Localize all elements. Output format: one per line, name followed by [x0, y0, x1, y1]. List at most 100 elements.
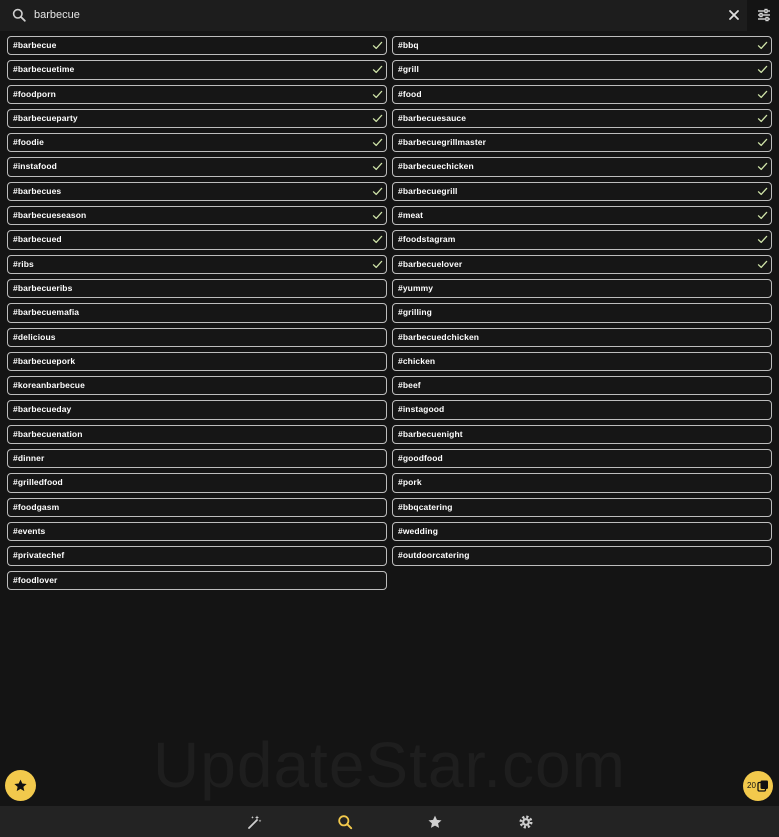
favorites-fab[interactable]: [5, 770, 36, 801]
check-icon: [757, 114, 768, 122]
hashtag-chip[interactable]: #outdoorcatering: [392, 546, 772, 566]
hashtag-chip[interactable]: #barbecueparty: [7, 108, 387, 129]
nav-search-icon[interactable]: [337, 814, 353, 830]
hashtag-chip[interactable]: #foodie: [7, 133, 387, 153]
check-icon: [372, 138, 383, 147]
hashtag-label: #goodfood: [398, 453, 443, 464]
search-input[interactable]: [34, 5, 714, 25]
top-bar: [0, 0, 779, 31]
hashtag-label: #bbq: [398, 40, 419, 50]
hashtag-chip[interactable]: #bbqcatering: [392, 497, 772, 517]
hashtag-chip[interactable]: #ribs: [7, 254, 387, 274]
check-icon: [757, 66, 768, 74]
hashtag-chip[interactable]: #grilling: [392, 303, 772, 323]
filter-settings-icon[interactable]: [756, 7, 772, 23]
hashtag-chip[interactable]: #barbecuegrillmaster: [392, 133, 772, 153]
hashtag-label: #foodlover: [13, 574, 58, 585]
hashtag-label: #barbecueseason: [13, 210, 87, 221]
hashtag-label: #barbecues: [13, 185, 62, 196]
hashtag-chip[interactable]: #barbecues: [7, 181, 387, 202]
hashtag-label: #barbecuegrillmaster: [398, 137, 486, 148]
hashtag-chip[interactable]: #delicious: [7, 327, 387, 347]
hashtag-label: #foodporn: [13, 88, 56, 99]
hashtag-chip[interactable]: #dinner: [7, 449, 387, 469]
hashtag-label: #barbecueday: [13, 404, 72, 415]
hashtag-chip[interactable]: #barbecuelover: [392, 254, 772, 274]
check-icon: [757, 211, 768, 220]
hashtag-label: #koreanbarbecue: [13, 380, 85, 391]
hashtag-chip[interactable]: #barbecued: [7, 230, 387, 250]
hashtag-label: #grilling: [398, 307, 432, 318]
hashtag-chip[interactable]: #barbecueseason: [7, 206, 387, 226]
bottom-nav: [0, 806, 779, 837]
hashtag-chip[interactable]: #barbecue: [7, 36, 387, 56]
hashtag-chip[interactable]: #goodfood: [392, 449, 772, 469]
hashtag-chip[interactable]: #barbecuepork: [7, 351, 387, 372]
hashtag-label: #dinner: [13, 453, 45, 464]
check-icon: [372, 260, 383, 268]
hashtag-label: #outdoorcatering: [398, 550, 470, 561]
hashtag-label: #meat: [398, 210, 424, 221]
star-icon: [14, 779, 27, 792]
hashtag-chip[interactable]: #barbecuedchicken: [392, 327, 772, 347]
hashtag-chip[interactable]: #koreanbarbecue: [7, 376, 387, 396]
hashtag-chip[interactable]: #chicken: [392, 351, 772, 372]
hashtag-label: #beef: [398, 380, 421, 391]
hashtag-chip[interactable]: #foodstagram: [392, 230, 772, 250]
hashtag-chip[interactable]: #bbq: [392, 36, 772, 56]
nav-star-icon[interactable]: [427, 814, 443, 830]
hashtag-label: #barbecuepork: [13, 355, 76, 366]
hashtag-chip[interactable]: #barbecuenight: [392, 424, 772, 445]
magic-wand-icon[interactable]: [246, 814, 262, 830]
hashtag-chip[interactable]: #grill: [392, 60, 772, 80]
hashtag-label: #events: [13, 525, 46, 536]
hashtag-chip[interactable]: #barbecueribs: [7, 278, 387, 299]
hashtag-chip[interactable]: #foodgasm: [7, 497, 387, 517]
search-box[interactable]: [0, 0, 747, 31]
hashtag-chip[interactable]: #foodlover: [7, 570, 387, 590]
hashtag-label: #instafood: [13, 161, 57, 172]
hashtag-chip[interactable]: #pork: [392, 473, 772, 493]
hashtag-chip[interactable]: #barbecuegrill: [392, 181, 772, 202]
hashtag-chip[interactable]: #grilledfood: [7, 473, 387, 493]
hashtag-chip[interactable]: #barbecuemafia: [7, 303, 387, 323]
check-icon: [372, 66, 383, 74]
hashtag-label: #foodgasm: [13, 501, 60, 512]
check-icon: [372, 41, 383, 50]
hashtag-chip[interactable]: #instagood: [392, 400, 772, 420]
copy-icon: [757, 780, 768, 792]
hashtag-chip[interactable]: #barbecuesauce: [392, 108, 772, 129]
hashtag-chip[interactable]: #events: [7, 521, 387, 542]
hashtag-label: #foodstagram: [398, 234, 456, 245]
selected-count: 20: [747, 781, 756, 790]
hashtag-chip[interactable]: #barbecuenation: [7, 424, 387, 445]
clear-search-icon[interactable]: [727, 8, 741, 22]
hashtag-label: #barbecuenation: [13, 428, 83, 439]
hashtag-label: #barbecueribs: [13, 282, 73, 293]
hashtag-label: #instagood: [398, 404, 445, 415]
copy-selected-fab[interactable]: 20: [743, 771, 773, 801]
hashtag-chip[interactable]: #wedding: [392, 521, 772, 542]
hashtag-label: #barbecuetime: [13, 64, 75, 75]
check-icon: [757, 41, 768, 50]
hashtag-label: #barbecuenight: [398, 428, 463, 439]
hashtag-chip[interactable]: #meat: [392, 206, 772, 226]
hashtag-label: #ribs: [13, 258, 34, 269]
hashtag-chip[interactable]: #barbecueday: [7, 400, 387, 420]
check-icon: [372, 114, 383, 122]
hashtag-chip[interactable]: #food: [392, 84, 772, 104]
hashtag-chip[interactable]: #foodporn: [7, 84, 387, 104]
check-icon: [757, 260, 768, 268]
gear-icon[interactable]: [518, 814, 534, 830]
hashtag-chip[interactable]: #yummy: [392, 278, 772, 299]
hashtag-chip[interactable]: #barbecuechicken: [392, 157, 772, 177]
hashtag-chip[interactable]: #instafood: [7, 157, 387, 177]
hashtag-label: #chicken: [398, 355, 436, 366]
hashtag-label: #wedding: [398, 525, 438, 536]
watermark: UpdateStar.com: [153, 729, 626, 801]
hashtag-chip[interactable]: #privatechef: [7, 546, 387, 566]
hashtag-chip[interactable]: #beef: [392, 376, 772, 396]
hashtag-chip[interactable]: #barbecuetime: [7, 60, 387, 80]
hashtag-label: #food: [398, 88, 422, 99]
check-icon: [372, 187, 383, 195]
